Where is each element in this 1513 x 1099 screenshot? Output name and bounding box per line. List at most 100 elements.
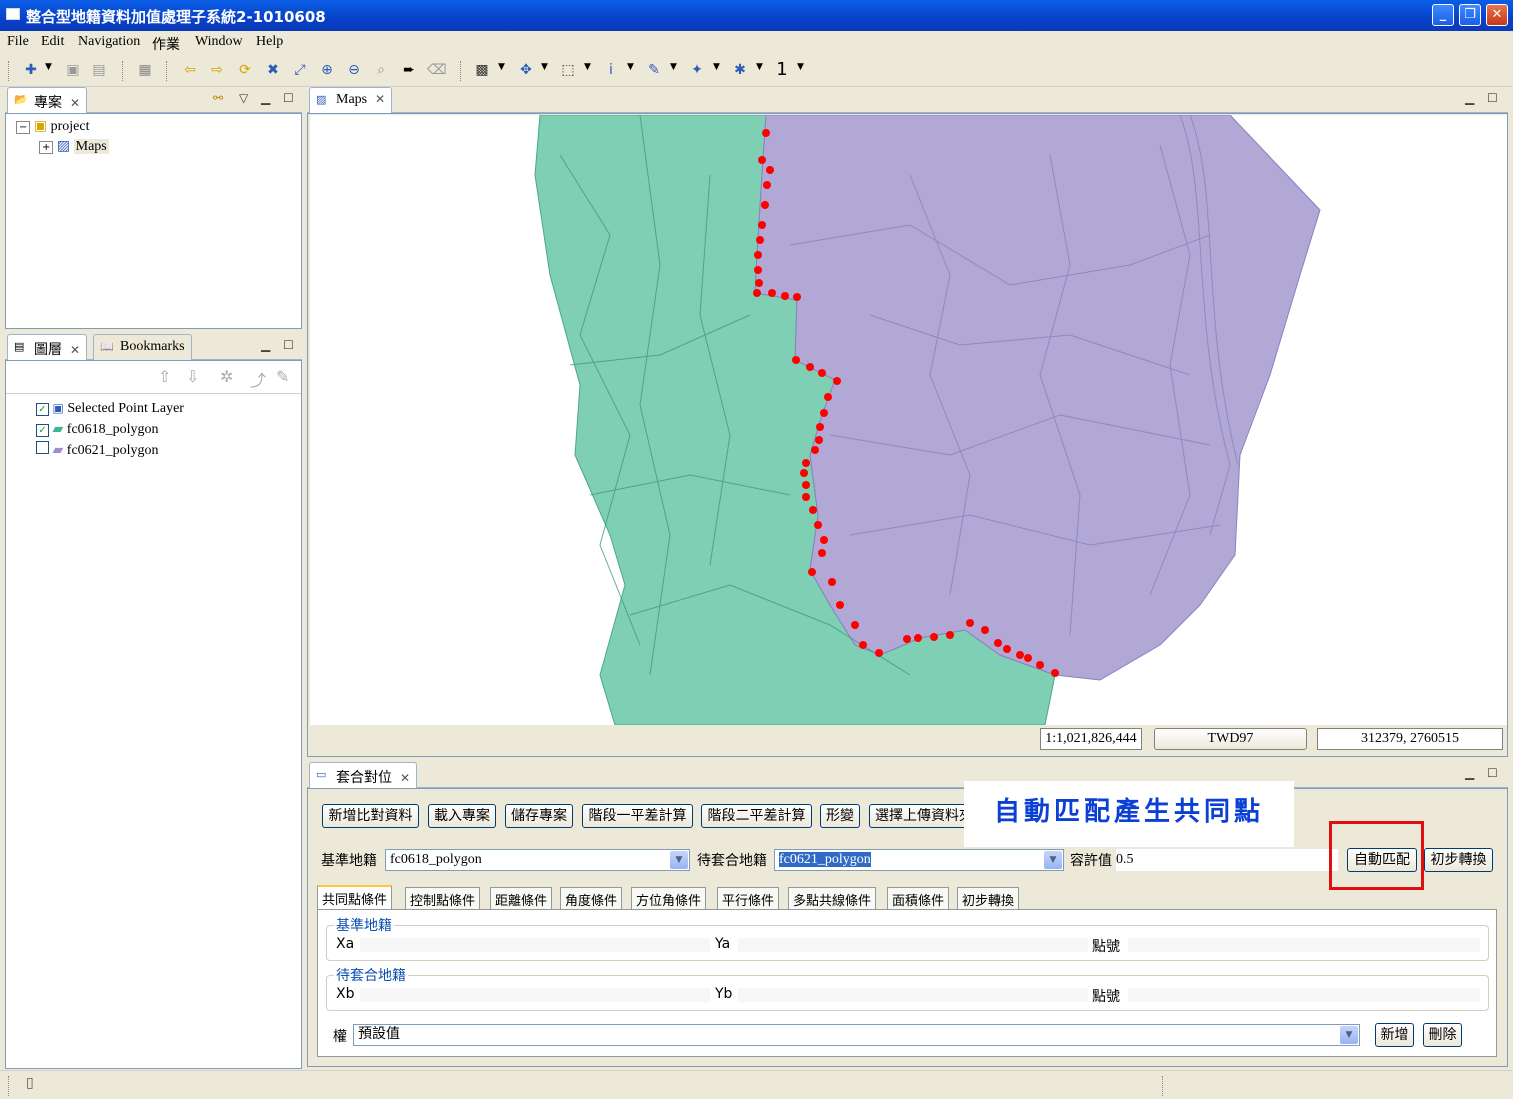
maximize-icon[interactable]: ☐ [283, 91, 294, 105]
layer-visibility-checkbox[interactable] [36, 441, 49, 454]
tab-initial-transform[interactable]: 初步轉換 [957, 887, 1020, 909]
edit-tool-icon[interactable]: ✎ [645, 61, 663, 79]
stage1-adjust-button[interactable]: 階段一平差計算 [582, 804, 693, 828]
close-button[interactable]: ✕ [1486, 4, 1508, 26]
zoom-box-icon[interactable]: ▩ [473, 61, 491, 79]
window-title-bar[interactable]: 整合型地籍資料加值處理子系統2-1010608 _ ❐ ✕ [0, 0, 1513, 31]
map-canvas[interactable] [310, 115, 1507, 725]
view-menu-icon[interactable]: ▽ [239, 91, 248, 105]
save-project-button[interactable]: 儲存專案 [505, 804, 573, 828]
save-all-icon[interactable]: ▤ [90, 61, 108, 79]
yb-field[interactable] [738, 988, 1088, 1002]
stage2-adjust-button[interactable]: 階段二平差計算 [701, 804, 812, 828]
dropdown-arrow-icon[interactable]: ▼ [797, 62, 804, 72]
xb-field[interactable] [360, 988, 710, 1002]
tab-project[interactable]: 📂 專案 ✕ [7, 87, 88, 113]
dropdown-arrow-icon[interactable]: ▼ [670, 62, 677, 72]
restore-button[interactable]: ❐ [1459, 4, 1481, 26]
pt-field-a[interactable] [1128, 938, 1480, 952]
forward-icon[interactable]: ⇨ [208, 61, 226, 79]
refresh-icon[interactable]: ⟳ [236, 61, 254, 79]
tab-angle[interactable]: 角度條件 [560, 887, 623, 909]
chevron-down-icon[interactable]: ▼ [1340, 1026, 1358, 1044]
minimize-icon[interactable]: ▁ [261, 91, 270, 105]
layer-edit-icon[interactable]: ✎ [276, 367, 289, 386]
dropdown-arrow-icon[interactable]: ▼ [584, 62, 591, 72]
tolerance-input[interactable]: 0.5 [1116, 849, 1338, 871]
close-tab-icon[interactable]: ✕ [70, 96, 80, 110]
menu-navigation[interactable]: Navigation [78, 34, 140, 50]
save-icon[interactable]: ▣ [64, 61, 82, 79]
delete-button[interactable]: 刪除 [1423, 1023, 1462, 1047]
select-box-icon[interactable]: ⬚ [559, 61, 577, 79]
add-button[interactable]: 新增 [1375, 1023, 1414, 1047]
tab-match[interactable]: ▭ 套合對位 ✕ [309, 762, 418, 788]
tools-icon[interactable]: ✱ [731, 61, 749, 79]
tree-item-project[interactable]: − ▣ project [16, 118, 90, 135]
dropdown-arrow-icon[interactable]: ▼ [45, 62, 52, 72]
minimize-button[interactable]: _ [1432, 4, 1454, 26]
auto-match-button[interactable]: 自動匹配 [1347, 848, 1417, 872]
maximize-icon[interactable]: ☐ [283, 338, 294, 352]
layer-style-icon[interactable]: ✲ [220, 367, 233, 386]
pt-field-b[interactable] [1128, 988, 1480, 1002]
layer-row[interactable]: ✓ ▰ fc0618_polygon [36, 421, 159, 438]
base-cadastre-select[interactable]: fc0618_polygon ▼ [385, 849, 690, 871]
close-tab-icon[interactable]: ✕ [375, 92, 385, 106]
tab-azimuth[interactable]: 方位角條件 [631, 887, 707, 909]
zoom-out-icon[interactable]: ⊖ [345, 61, 363, 79]
minimize-icon[interactable]: ▁ [261, 338, 270, 352]
dropdown-arrow-icon[interactable]: ▼ [756, 62, 763, 72]
chevron-down-icon[interactable]: ▼ [670, 851, 688, 869]
tree-item-maps[interactable]: + ▨ Maps [39, 138, 109, 155]
load-project-button[interactable]: 載入專案 [428, 804, 496, 828]
back-icon[interactable]: ⇦ [181, 61, 199, 79]
layer-row[interactable]: ✓ ▣ Selected Point Layer [36, 401, 184, 417]
link-icon[interactable]: ⚯ [213, 91, 223, 105]
dropdown-arrow-icon[interactable]: ▼ [541, 62, 548, 72]
add-comparison-button[interactable]: 新增比對資料 [322, 804, 419, 828]
minimize-icon[interactable]: ▁ [1465, 91, 1474, 105]
tab-maps[interactable]: ▨ Maps ✕ [309, 87, 393, 113]
menu-edit[interactable]: Edit [41, 34, 64, 50]
menu-file[interactable]: File [7, 34, 29, 50]
next-icon[interactable]: ➨ [400, 61, 418, 79]
layer-visibility-checkbox[interactable]: ✓ [36, 424, 49, 437]
move-up-icon[interactable]: ⇧ [158, 367, 171, 386]
expand-icon[interactable]: + [39, 141, 54, 154]
close-tab-icon[interactable]: ✕ [70, 343, 80, 357]
minimize-icon[interactable]: ▁ [1465, 766, 1474, 780]
select-upload-folder-button[interactable]: 選擇上傳資料夾 [869, 804, 979, 828]
scale-label[interactable]: 1 [773, 61, 791, 79]
dropdown-arrow-icon[interactable]: ▼ [627, 62, 634, 72]
tab-layers[interactable]: ▤ 圖層 ✕ [7, 334, 88, 360]
maximize-icon[interactable]: ☐ [1487, 91, 1498, 105]
tab-bookmarks[interactable]: 📖 Bookmarks [93, 334, 192, 360]
layer-visibility-checkbox[interactable]: ✓ [36, 403, 49, 416]
tab-distance[interactable]: 距離條件 [490, 887, 553, 909]
tab-control-points[interactable]: 控制點條件 [405, 887, 481, 909]
tab-collinear[interactable]: 多點共線條件 [788, 887, 877, 909]
crs-button[interactable]: TWD97 [1154, 728, 1307, 750]
pan-extent-icon[interactable]: ✖ [264, 61, 282, 79]
dropdown-arrow-icon[interactable]: ▼ [713, 62, 720, 72]
menu-operations[interactable]: 作業 [152, 34, 180, 54]
print-icon[interactable]: ▦ [136, 61, 154, 79]
info-icon[interactable]: i [602, 61, 620, 79]
target-cadastre-select[interactable]: fc0621_polygon ▼ [774, 849, 1064, 871]
map-svg[interactable] [310, 115, 1507, 725]
tab-common-points[interactable]: 共同點條件 [317, 885, 393, 909]
initial-transform-button[interactable]: 初步轉換 [1424, 848, 1493, 872]
deform-button[interactable]: 形變 [820, 804, 860, 828]
collapse-icon[interactable]: − [16, 121, 31, 134]
vertex-tool-icon[interactable]: ✦ [688, 61, 706, 79]
zoom-extent-icon[interactable]: ⤢ [291, 61, 309, 79]
zoom-selection-icon[interactable]: ⌕ [372, 61, 390, 79]
tab-area[interactable]: 面積條件 [887, 887, 950, 909]
eraser-icon[interactable]: ⌫ [427, 61, 447, 79]
tab-parallel[interactable]: 平行條件 [717, 887, 780, 909]
new-icon[interactable]: ✚ [22, 61, 40, 79]
menu-help[interactable]: Help [256, 34, 283, 50]
weight-select[interactable]: 預設值 ▼ [353, 1024, 1360, 1046]
pan-icon[interactable]: ✥ [517, 61, 535, 79]
